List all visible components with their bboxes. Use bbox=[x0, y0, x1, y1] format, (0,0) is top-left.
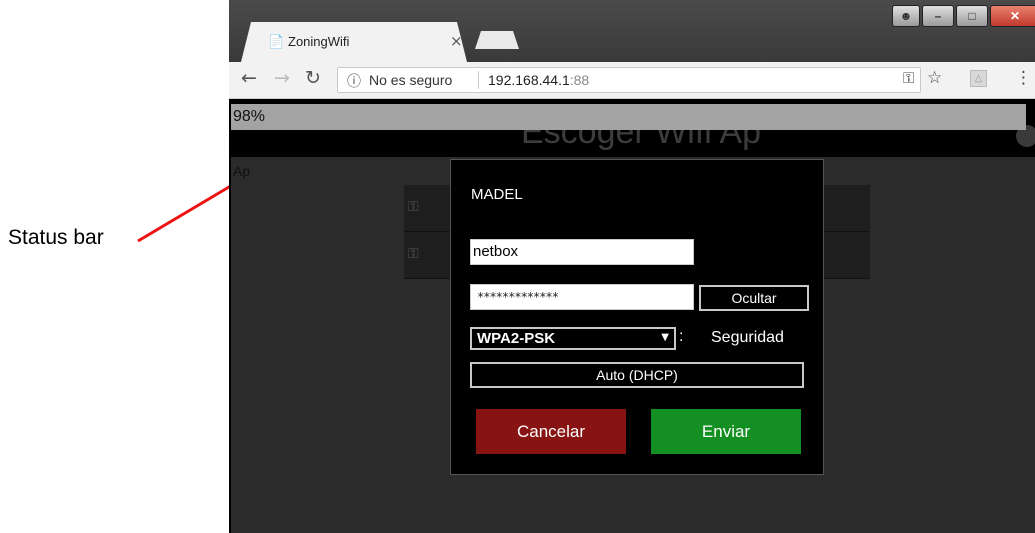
new-tab-button[interactable] bbox=[475, 31, 519, 49]
maximize-button[interactable]: □ bbox=[956, 5, 988, 27]
window-controls: ☻ – □ ✕ bbox=[890, 5, 1035, 27]
menu-dots-icon[interactable]: ⋮ bbox=[1015, 68, 1032, 88]
info-icon[interactable]: ⓘ bbox=[347, 71, 361, 91]
wifi-config-dialog: MADEL netbox ************* Ocultar WPA2-… bbox=[450, 159, 824, 475]
ip-mode-button[interactable]: Auto (DHCP) bbox=[470, 362, 804, 388]
browser-tab[interactable]: 📄 ZoningWifi × bbox=[241, 22, 467, 62]
minimize-button[interactable]: – bbox=[922, 5, 954, 27]
security-select-value: WPA2-PSK bbox=[477, 330, 556, 347]
back-arrow-icon[interactable]: ← bbox=[241, 67, 257, 89]
url-host: 192.168.44.1 bbox=[488, 72, 570, 88]
status-bar: 98% bbox=[231, 104, 1026, 130]
key-icon[interactable]: ⚿ bbox=[903, 69, 914, 87]
url-divider bbox=[478, 71, 479, 89]
page-content: Escoger Wifi Ap 98% Ap ⚿ ⚿ MADEL netbox … bbox=[229, 99, 1035, 533]
forward-arrow-icon[interactable]: → bbox=[274, 67, 290, 89]
close-window-button[interactable]: ✕ bbox=[990, 5, 1035, 27]
dropdown-arrow-icon: ▼ bbox=[661, 332, 669, 343]
hide-password-button[interactable]: Ocultar bbox=[699, 285, 809, 311]
section-label: Ap bbox=[233, 163, 251, 179]
ssid-input[interactable]: netbox bbox=[470, 239, 694, 265]
star-icon[interactable]: ☆ bbox=[927, 68, 942, 88]
cancel-button[interactable]: Cancelar bbox=[476, 409, 626, 454]
status-text: 98% bbox=[233, 108, 266, 125]
dialog-title: MADEL bbox=[471, 186, 523, 203]
security-status[interactable]: No es seguro bbox=[369, 72, 452, 88]
lock-icon: ⚿ bbox=[408, 246, 419, 262]
password-input[interactable]: ************* bbox=[470, 284, 694, 310]
close-tab-icon[interactable]: × bbox=[450, 32, 463, 50]
security-label: Seguridad bbox=[711, 329, 784, 346]
tab-title: ZoningWifi bbox=[288, 34, 350, 49]
browser-window: 📄 ZoningWifi × ☻ – □ ✕ ← → ↻ ⓘ No es seg… bbox=[229, 0, 1035, 533]
reload-icon[interactable]: ↻ bbox=[305, 67, 321, 89]
lock-icon: ⚿ bbox=[408, 199, 419, 215]
security-select[interactable]: WPA2-PSK ▼ bbox=[470, 327, 676, 350]
pdf-extension-icon[interactable]: △ bbox=[970, 70, 987, 87]
browser-toolbar: ← → ↻ ⓘ No es seguro 192.168.44.1:88 ⚿ ☆… bbox=[229, 62, 1035, 99]
url-port: :88 bbox=[569, 72, 590, 88]
url-text[interactable]: 192.168.44.1:88 bbox=[488, 72, 589, 88]
browser-titlebar: 📄 ZoningWifi × ☻ – □ ✕ bbox=[229, 0, 1035, 62]
page-icon: 📄 bbox=[268, 35, 285, 50]
security-colon: : bbox=[679, 328, 684, 345]
address-bar[interactable]: ⓘ No es seguro 192.168.44.1:88 bbox=[337, 67, 921, 93]
submit-button[interactable]: Enviar bbox=[651, 409, 801, 454]
user-profile-icon[interactable]: ☻ bbox=[892, 5, 920, 27]
